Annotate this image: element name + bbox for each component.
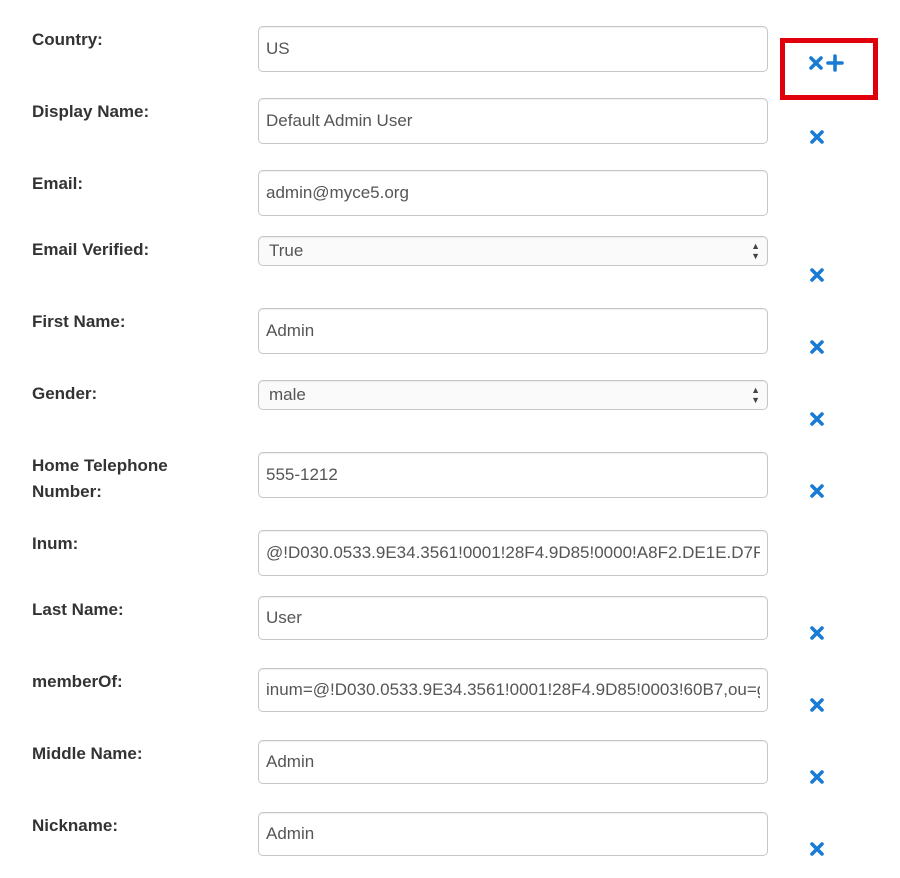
close-icon — [810, 412, 824, 426]
middle-name-field[interactable] — [258, 740, 768, 784]
country-field[interactable] — [258, 26, 768, 72]
plus-icon[interactable] — [826, 54, 844, 72]
close-icon — [810, 130, 824, 144]
gender-value: male — [269, 385, 306, 404]
email-verified-select[interactable]: True ▲ ▼ — [258, 236, 768, 266]
select-arrows-icon: ▲ ▼ — [751, 241, 760, 261]
label-inum: Inum: — [32, 534, 79, 553]
label-display-name: Display Name: — [32, 102, 150, 121]
close-icon — [810, 626, 824, 640]
label-middle-name: Middle Name: — [32, 744, 143, 763]
remove-last-name-button[interactable] — [806, 622, 828, 644]
remove-member-of-button[interactable] — [806, 694, 828, 716]
last-name-field[interactable] — [258, 596, 768, 640]
home-telephone-field[interactable] — [258, 452, 768, 498]
remove-email-verified-button[interactable] — [806, 264, 828, 286]
member-of-field[interactable] — [258, 668, 768, 712]
remove-home-telephone-button[interactable] — [806, 480, 828, 502]
label-email: Email: — [32, 174, 84, 193]
remove-display-name-button[interactable] — [806, 126, 828, 148]
inum-field[interactable] — [258, 530, 768, 576]
select-arrows-icon: ▲ ▼ — [751, 385, 760, 405]
close-icon — [810, 770, 824, 784]
country-remove-add-controls[interactable] — [808, 54, 844, 72]
label-country: Country: — [32, 30, 103, 49]
email-verified-value: True — [269, 241, 304, 260]
close-icon — [810, 484, 824, 498]
remove-nickname-button[interactable] — [806, 838, 828, 860]
first-name-field[interactable] — [258, 308, 768, 354]
remove-first-name-button[interactable] — [806, 336, 828, 358]
label-email-verified: Email Verified: — [32, 240, 150, 259]
close-icon — [810, 340, 824, 354]
label-gender: Gender: — [32, 384, 98, 403]
remove-gender-button[interactable] — [806, 408, 828, 430]
gender-select[interactable]: male ▲ ▼ — [258, 380, 768, 410]
label-nickname: Nickname: — [32, 816, 118, 835]
close-icon — [810, 842, 824, 856]
label-member-of: memberOf: — [32, 672, 123, 691]
display-name-field[interactable] — [258, 98, 768, 144]
label-home-telephone: Home Telephone Number: — [32, 456, 168, 501]
close-icon[interactable] — [808, 55, 824, 71]
close-icon — [810, 698, 824, 712]
nickname-field[interactable] — [258, 812, 768, 856]
remove-middle-name-button[interactable] — [806, 766, 828, 788]
label-first-name: First Name: — [32, 312, 126, 331]
email-field[interactable] — [258, 170, 768, 216]
close-icon — [810, 268, 824, 282]
label-last-name: Last Name: — [32, 600, 124, 619]
